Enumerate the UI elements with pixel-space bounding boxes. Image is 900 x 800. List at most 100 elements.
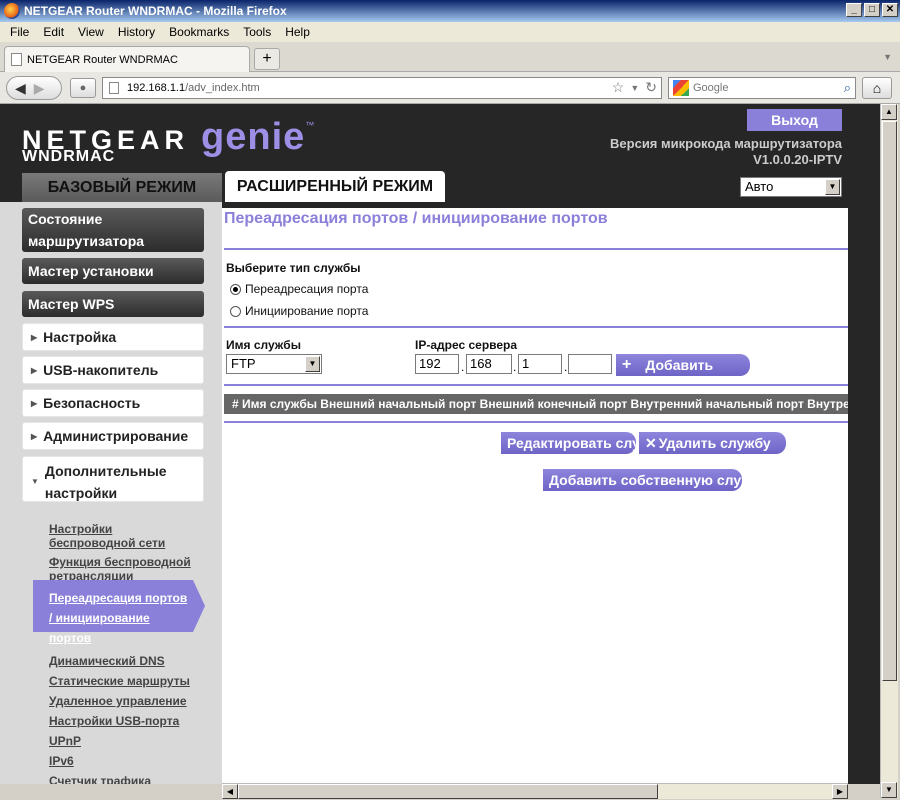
ip-dot: . bbox=[513, 360, 517, 374]
menu-bookmarks[interactable]: Bookmarks bbox=[169, 25, 229, 39]
add-custom-button-label: Добавить собственную службу bbox=[549, 472, 742, 488]
sublink-remote-management[interactable]: Удаленное управление bbox=[49, 694, 187, 708]
sidebar-item-security[interactable]: ▶ Безопасность bbox=[22, 389, 204, 417]
sublink-text: Настройки bbox=[49, 522, 113, 536]
sublink-traffic-meter[interactable]: Счетчик трафика bbox=[49, 774, 151, 784]
triangle-right-icon: ▶ bbox=[31, 365, 38, 375]
sidebar-item-label: Безопасность bbox=[43, 395, 141, 411]
close-button[interactable]: ✕ bbox=[882, 3, 898, 17]
url-bar[interactable]: 192.168.1.1 /adv_index.htm ☆ ▼ ↻ bbox=[102, 77, 662, 99]
tab-bar: NETGEAR Router WNDRMAC + ▼ bbox=[0, 42, 900, 72]
delete-service-button[interactable]: ✕ Удалить службу bbox=[639, 432, 786, 454]
ip-octet-3[interactable]: 1 bbox=[518, 354, 562, 374]
tab-list-icon[interactable]: ▼ bbox=[883, 52, 892, 62]
menu-edit[interactable]: Edit bbox=[43, 25, 64, 39]
sublink-port-forwarding-active[interactable]: Переадресация портов / инициирование пор… bbox=[33, 580, 205, 645]
ip-octet-4[interactable] bbox=[568, 354, 612, 374]
sublink-static-routes[interactable]: Статические маршруты bbox=[49, 674, 190, 688]
scroll-right-arrow-icon[interactable]: ▶ bbox=[832, 784, 848, 799]
reload-icon[interactable]: ↻ bbox=[645, 79, 657, 97]
maximize-button[interactable]: □ bbox=[864, 3, 880, 17]
sublink-wireless-repeater[interactable]: Функция беспроводной ретрансляции bbox=[49, 555, 191, 583]
add-button[interactable]: + Добавить bbox=[616, 354, 750, 376]
sublink-wireless-settings[interactable]: Настройки беспроводной сети bbox=[49, 522, 165, 550]
sidebar: Состояние маршрутизатора Мастер установк… bbox=[0, 202, 222, 784]
sublink-usb-settings[interactable]: Настройки USB-порта bbox=[49, 714, 179, 728]
scroll-left-arrow-icon[interactable]: ◀ bbox=[222, 784, 238, 799]
bookmark-star-icon[interactable]: ☆ bbox=[612, 79, 625, 97]
tab-basic-mode[interactable]: БАЗОВЫЙ РЕЖИМ bbox=[22, 173, 222, 202]
site-identity-icon[interactable]: ● bbox=[70, 78, 96, 98]
horizontal-scrollbar[interactable]: ◀ ▶ bbox=[222, 783, 848, 799]
search-bar[interactable]: Google ⌕ bbox=[668, 77, 856, 99]
sidebar-item-label: настройки bbox=[44, 485, 118, 501]
language-select[interactable]: Авто ▼ bbox=[740, 177, 842, 197]
chevron-down-icon[interactable]: ▼ bbox=[825, 179, 840, 195]
sidebar-item-label: маршрутизатора bbox=[28, 233, 145, 249]
url-host: 192.168.1.1 bbox=[127, 82, 186, 94]
scroll-up-arrow-icon[interactable]: ▲ bbox=[881, 104, 897, 120]
url-path: /adv_index.htm bbox=[185, 82, 260, 94]
sidebar-item-setup-wizard[interactable]: Мастер установки bbox=[22, 258, 204, 284]
radio-unselected-icon[interactable] bbox=[230, 305, 241, 317]
edit-button-label: Редактировать службу bbox=[507, 435, 636, 451]
triangle-right-icon: ▶ bbox=[31, 398, 38, 408]
window-title: NETGEAR Router WNDRMAC - Mozilla Firefox bbox=[24, 4, 287, 18]
logout-button[interactable]: Выход bbox=[747, 109, 842, 131]
divider bbox=[224, 421, 848, 423]
radio-label: Переадресация порта bbox=[245, 282, 369, 296]
edit-service-button[interactable]: Редактировать службу bbox=[501, 432, 636, 454]
page-icon bbox=[109, 82, 119, 94]
menu-history[interactable]: History bbox=[118, 25, 155, 39]
triangle-right-icon: ▶ bbox=[31, 431, 38, 441]
service-type-label: Выберите тип службы bbox=[226, 261, 361, 275]
table-header: # Имя службы Внешний начальный порт Внеш… bbox=[224, 394, 848, 414]
add-custom-service-button[interactable]: Добавить собственную службу bbox=[543, 469, 742, 491]
ip-octet-2[interactable]: 168 bbox=[466, 354, 512, 374]
radio-port-forwarding[interactable]: Переадресация порта bbox=[230, 282, 368, 296]
chevron-down-icon[interactable]: ▼ bbox=[305, 356, 320, 372]
ip-octet-1[interactable]: 192 bbox=[415, 354, 459, 374]
sidebar-item-router-status[interactable]: Состояние маршрутизатора bbox=[22, 208, 204, 252]
tab-advanced-mode[interactable]: РАСШИРЕННЫЙ РЕЖИМ bbox=[225, 171, 445, 202]
google-icon[interactable] bbox=[673, 80, 689, 96]
menu-file[interactable]: File bbox=[10, 25, 29, 39]
minimize-button[interactable]: _ bbox=[846, 3, 862, 17]
sublink-upnp[interactable]: UPnP bbox=[49, 734, 81, 748]
scroll-down-arrow-icon[interactable]: ▼ bbox=[881, 782, 897, 798]
add-button-label: Добавить bbox=[645, 357, 714, 373]
back-arrow-icon[interactable]: ◀ bbox=[15, 80, 26, 97]
sidebar-item-wps-wizard[interactable]: Мастер WPS bbox=[22, 291, 204, 317]
scroll-thumb[interactable] bbox=[238, 784, 658, 799]
sublink-ipv6[interactable]: IPv6 bbox=[49, 754, 74, 768]
sidebar-item-advanced-setup[interactable]: ▼ Дополнительные настройки bbox=[22, 456, 204, 502]
home-button[interactable]: ⌂ bbox=[862, 77, 892, 99]
sidebar-item-label: Состояние bbox=[28, 211, 103, 227]
divider bbox=[224, 326, 848, 328]
menu-view[interactable]: View bbox=[78, 25, 104, 39]
scroll-thumb[interactable] bbox=[882, 121, 897, 681]
sidebar-item-administration[interactable]: ▶ Администрирование bbox=[22, 422, 204, 450]
page-title: Переадресация портов / инициирование пор… bbox=[224, 210, 608, 227]
sidebar-item-usb[interactable]: ▶ USB-накопитель bbox=[22, 356, 204, 384]
sublink-dynamic-dns[interactable]: Динамический DNS bbox=[49, 654, 165, 668]
radio-label: Инициирование порта bbox=[245, 304, 369, 318]
radio-selected-icon[interactable] bbox=[230, 283, 241, 295]
language-value: Авто bbox=[745, 179, 774, 194]
browser-tab[interactable]: NETGEAR Router WNDRMAC bbox=[4, 46, 250, 72]
sidebar-item-setup[interactable]: ▶ Настройка bbox=[22, 323, 204, 351]
radio-port-triggering[interactable]: Инициирование порта bbox=[230, 304, 368, 318]
forward-arrow-icon[interactable]: ▶ bbox=[34, 80, 45, 97]
divider bbox=[224, 384, 848, 386]
menu-tools[interactable]: Tools bbox=[243, 25, 271, 39]
divider bbox=[224, 248, 848, 250]
triangle-down-icon: ▼ bbox=[31, 477, 39, 486]
service-name-select[interactable]: FTP ▼ bbox=[226, 354, 322, 374]
menu-help[interactable]: Help bbox=[285, 25, 310, 39]
vertical-scrollbar[interactable]: ▲ ▼ bbox=[880, 104, 898, 798]
page-icon bbox=[11, 53, 22, 66]
search-icon[interactable]: ⌕ bbox=[844, 80, 851, 96]
dropdown-arrow-icon[interactable]: ▼ bbox=[630, 79, 639, 97]
menu-bar: File Edit View History Bookmarks Tools H… bbox=[0, 22, 900, 42]
new-tab-button[interactable]: + bbox=[254, 48, 280, 70]
